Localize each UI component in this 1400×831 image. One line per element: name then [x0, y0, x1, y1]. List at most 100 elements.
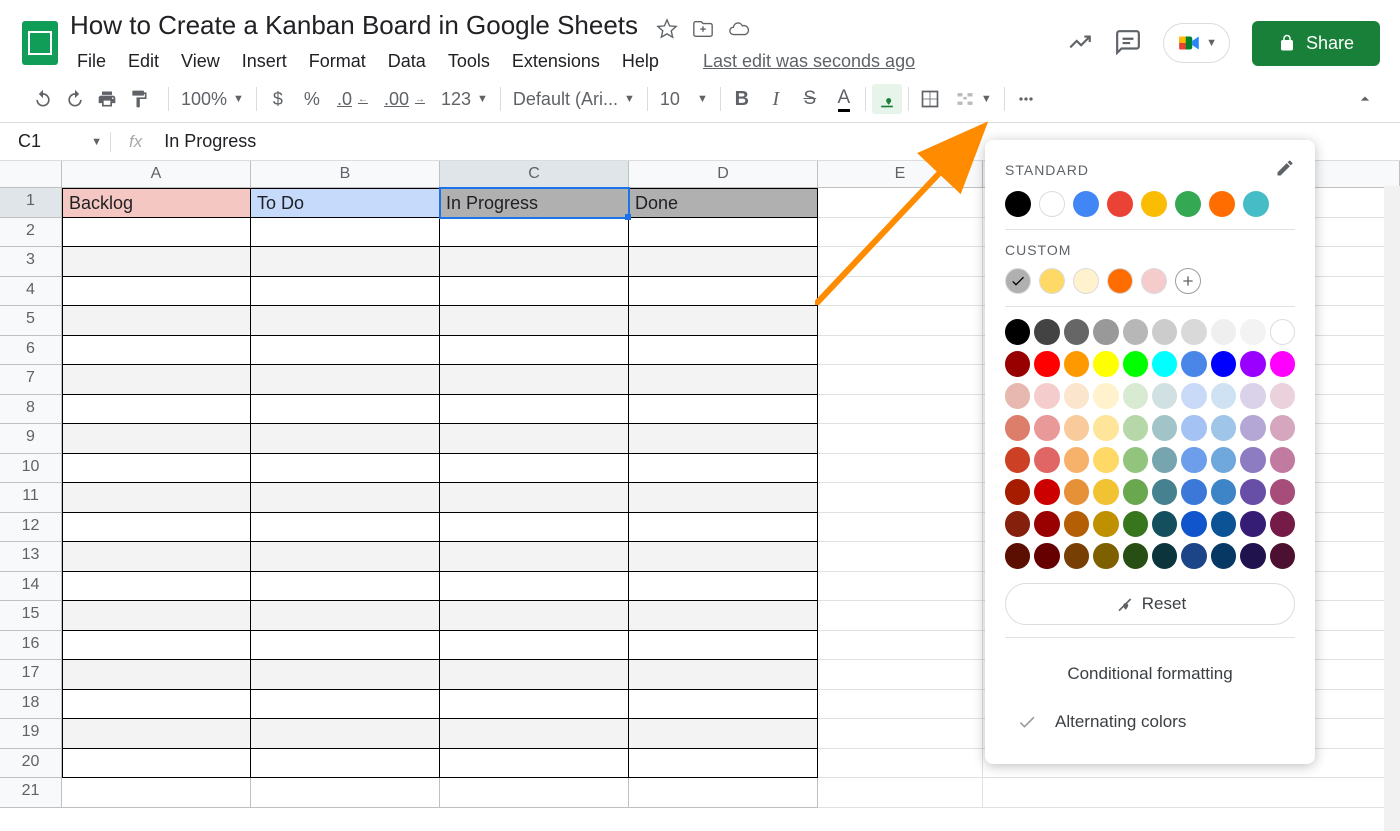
- increase-decimal-button[interactable]: .00→: [378, 84, 431, 114]
- cell[interactable]: In Progress: [440, 188, 629, 218]
- cell[interactable]: [251, 690, 440, 720]
- color-swatch[interactable]: [1141, 268, 1167, 294]
- row-header[interactable]: 17: [0, 660, 62, 690]
- color-swatch[interactable]: [1240, 479, 1265, 505]
- color-swatch[interactable]: [1152, 511, 1177, 537]
- row-header[interactable]: 12: [0, 513, 62, 543]
- color-swatch[interactable]: [1240, 447, 1265, 473]
- color-swatch[interactable]: [1073, 268, 1099, 294]
- cell[interactable]: [629, 454, 818, 484]
- cell[interactable]: [62, 306, 251, 336]
- cell[interactable]: [62, 218, 251, 248]
- cell[interactable]: [629, 719, 818, 749]
- cell[interactable]: [62, 631, 251, 661]
- cell[interactable]: [629, 690, 818, 720]
- cell[interactable]: [983, 778, 1400, 808]
- color-swatch[interactable]: [1211, 351, 1236, 377]
- cell[interactable]: [62, 513, 251, 543]
- zoom-select[interactable]: 100%▼: [175, 89, 250, 110]
- color-swatch[interactable]: [1270, 511, 1295, 537]
- row-header[interactable]: 15: [0, 601, 62, 631]
- color-swatch[interactable]: [1034, 447, 1059, 473]
- color-swatch[interactable]: [1064, 319, 1089, 345]
- color-swatch[interactable]: [1034, 543, 1059, 569]
- menu-view[interactable]: View: [174, 47, 227, 76]
- color-swatch[interactable]: [1181, 415, 1206, 441]
- cell[interactable]: [818, 395, 983, 425]
- cell[interactable]: [440, 365, 629, 395]
- color-swatch[interactable]: [1152, 543, 1177, 569]
- color-swatch[interactable]: [1211, 383, 1236, 409]
- cell[interactable]: [251, 336, 440, 366]
- meet-button[interactable]: ▼: [1163, 23, 1230, 63]
- name-box[interactable]: C1▼: [10, 127, 110, 156]
- cell[interactable]: [629, 749, 818, 779]
- cell[interactable]: [251, 513, 440, 543]
- row-header[interactable]: 14: [0, 572, 62, 602]
- color-swatch[interactable]: [1123, 543, 1148, 569]
- row-header[interactable]: 7: [0, 365, 62, 395]
- color-swatch[interactable]: [1093, 383, 1118, 409]
- color-swatch[interactable]: [1034, 511, 1059, 537]
- color-swatch[interactable]: [1141, 191, 1167, 217]
- cell[interactable]: [440, 719, 629, 749]
- color-swatch[interactable]: [1211, 415, 1236, 441]
- row-header[interactable]: 10: [0, 454, 62, 484]
- color-swatch[interactable]: [1005, 511, 1030, 537]
- cell[interactable]: [440, 660, 629, 690]
- color-swatch[interactable]: [1211, 479, 1236, 505]
- color-swatch[interactable]: [1093, 351, 1118, 377]
- strikethrough-button[interactable]: S: [795, 84, 825, 114]
- cell[interactable]: [62, 749, 251, 779]
- cell[interactable]: [818, 277, 983, 307]
- cell[interactable]: [62, 395, 251, 425]
- sheets-logo[interactable]: [20, 19, 60, 67]
- cell[interactable]: [62, 454, 251, 484]
- menu-insert[interactable]: Insert: [235, 47, 294, 76]
- row-header[interactable]: 18: [0, 690, 62, 720]
- collapse-toolbar-button[interactable]: [1350, 84, 1380, 114]
- color-swatch[interactable]: [1270, 351, 1295, 377]
- col-header-e[interactable]: E: [818, 161, 983, 187]
- cell[interactable]: [440, 424, 629, 454]
- color-swatch[interactable]: [1034, 383, 1059, 409]
- row-header[interactable]: 3: [0, 247, 62, 277]
- cell[interactable]: [818, 542, 983, 572]
- color-swatch[interactable]: [1093, 511, 1118, 537]
- col-header-a[interactable]: A: [62, 161, 251, 187]
- redo-button[interactable]: [60, 84, 90, 114]
- edit-icon[interactable]: [1275, 158, 1295, 181]
- cloud-icon[interactable]: [728, 18, 750, 43]
- color-swatch[interactable]: [1152, 447, 1177, 473]
- color-swatch[interactable]: [1270, 479, 1295, 505]
- row-header[interactable]: 4: [0, 277, 62, 307]
- cell[interactable]: [629, 660, 818, 690]
- color-swatch[interactable]: [1240, 351, 1265, 377]
- menu-edit[interactable]: Edit: [121, 47, 166, 76]
- color-swatch[interactable]: [1039, 268, 1065, 294]
- cell[interactable]: [62, 572, 251, 602]
- color-swatch[interactable]: [1064, 543, 1089, 569]
- color-swatch[interactable]: [1270, 383, 1295, 409]
- color-swatch[interactable]: [1005, 543, 1030, 569]
- move-icon[interactable]: [692, 18, 714, 43]
- cell[interactable]: [440, 749, 629, 779]
- cell[interactable]: [629, 424, 818, 454]
- cell[interactable]: [440, 277, 629, 307]
- color-swatch[interactable]: [1005, 415, 1030, 441]
- cell[interactable]: [818, 778, 983, 808]
- cell[interactable]: [62, 690, 251, 720]
- cell[interactable]: [629, 218, 818, 248]
- percent-button[interactable]: %: [297, 84, 327, 114]
- cell[interactable]: [251, 247, 440, 277]
- col-header-c[interactable]: C: [440, 161, 629, 187]
- color-swatch[interactable]: [1034, 351, 1059, 377]
- color-swatch[interactable]: [1064, 415, 1089, 441]
- more-button[interactable]: [1011, 84, 1041, 114]
- color-swatch[interactable]: [1123, 511, 1148, 537]
- format-123-button[interactable]: 123▼: [435, 89, 494, 110]
- color-swatch[interactable]: [1240, 543, 1265, 569]
- color-swatch[interactable]: [1175, 191, 1201, 217]
- cell[interactable]: [62, 719, 251, 749]
- color-swatch[interactable]: [1123, 383, 1148, 409]
